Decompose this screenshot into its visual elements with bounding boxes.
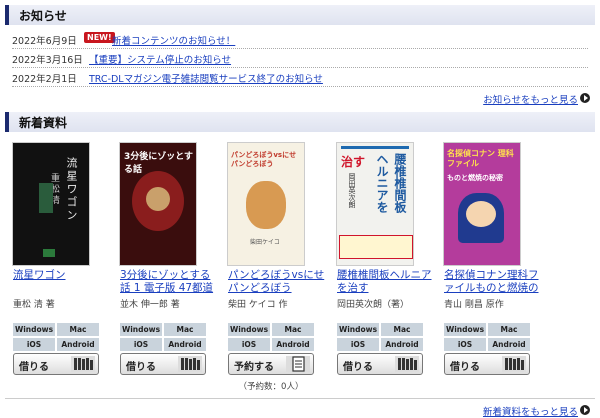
borrow-label: 借りる <box>450 362 480 373</box>
cover-subtitle: ものと燃焼の秘密 <box>447 174 503 182</box>
borrow-label: 借りる <box>19 362 49 373</box>
platform-ios: iOS <box>120 338 162 351</box>
book-title-link[interactable]: 3分後にゾッとする話 1 電子版 47都道 <box>120 269 220 295</box>
reserve-label: 予約する <box>234 362 274 373</box>
more-news-link[interactable]: お知らせをもっと見る <box>483 92 578 106</box>
news-date: 2022年2月1日 <box>12 74 77 85</box>
cover-title: 治す <box>341 155 366 169</box>
book-cover[interactable]: 流星ワゴン 重松清 <box>13 143 89 265</box>
platform-mac: Mac <box>57 323 99 336</box>
more-new-materials-link[interactable]: 新着資料をもっと見る <box>483 404 578 418</box>
platform-android: Android <box>164 338 206 351</box>
platform-windows: Windows <box>120 323 162 336</box>
platform-windows: Windows <box>13 323 55 336</box>
platform-ios: iOS <box>228 338 270 351</box>
cover-title: 流星ワゴン <box>65 157 78 222</box>
reserve-icon <box>286 356 310 372</box>
borrow-label: 借りる <box>343 362 373 373</box>
book-author: 青山 剛昌 原作 <box>444 300 504 310</box>
borrow-button[interactable]: 借りる <box>13 353 99 375</box>
book-cover[interactable]: 3分後にゾッとする話 <box>120 143 196 265</box>
platform-ios: iOS <box>337 338 379 351</box>
news-section-header: お知らせ <box>5 5 595 25</box>
borrow-button[interactable]: 借りる <box>120 353 206 375</box>
cover-title: 腰椎椎間板 <box>393 153 407 213</box>
book-title-link[interactable]: 腰椎椎間板ヘルニアを治す <box>337 269 437 295</box>
reserve-button[interactable]: 予約する <box>228 353 314 375</box>
news-link[interactable]: TRC-DLマガジン電子雑誌閲覧サービス終了のお知らせ <box>89 71 323 85</box>
platform-mac: Mac <box>272 323 314 336</box>
platform-android: Android <box>57 338 99 351</box>
new-materials-section-title: 新着資料 <box>19 116 68 130</box>
book-author: 重松 清 著 <box>13 300 55 310</box>
bookshelf-icon <box>395 356 419 372</box>
cover-art <box>339 235 413 259</box>
book-author: 柴田 ケイコ 作 <box>228 300 288 310</box>
news-item: 2022年6月9日 NEW! 新着コンテンツのお知らせ！ <box>12 29 588 49</box>
book-cover[interactable]: 名探偵コナン 理科ファイル ものと燃焼の秘密 <box>444 143 520 265</box>
book-author: 岡田英次朗（著） <box>337 300 410 310</box>
book-title-link[interactable]: 名探偵コナン理科ファイルものと燃焼の <box>444 269 544 295</box>
cover-art <box>466 201 496 227</box>
platform-windows: Windows <box>444 323 486 336</box>
cover-stripe <box>341 146 409 149</box>
cover-author: 柴田ケイコ <box>250 239 280 246</box>
bookshelf-icon <box>502 356 526 372</box>
news-link[interactable]: 新着コンテンツのお知らせ！ <box>112 33 235 47</box>
bookshelf-icon <box>71 356 95 372</box>
news-item: 2022年2月1日 TRC-DLマガジン電子雑誌閲覧サービス終了のお知らせ <box>12 67 588 87</box>
book-title-link[interactable]: 流星ワゴン <box>13 269 113 282</box>
platform-android: Android <box>488 338 530 351</box>
arrow-right-icon[interactable] <box>580 93 590 103</box>
platform-mac: Mac <box>164 323 206 336</box>
borrow-label: 借りる <box>126 362 156 373</box>
news-section-title: お知らせ <box>19 9 67 23</box>
cover-art <box>246 181 286 229</box>
platform-windows: Windows <box>228 323 270 336</box>
new-badge: NEW! <box>84 32 115 43</box>
book-title-link[interactable]: パンどろぼうvsにせパンどろぼう <box>228 269 328 295</box>
cover-author: 岡田英次朗 <box>348 173 356 208</box>
platform-android: Android <box>272 338 314 351</box>
cover-title: パンどろぼうvsにせパンどろぼう <box>231 151 297 168</box>
borrow-button[interactable]: 借りる <box>337 353 423 375</box>
platform-mac: Mac <box>381 323 423 336</box>
platform-mac: Mac <box>488 323 530 336</box>
book-cover[interactable]: パンどろぼうvsにせパンどろぼう 柴田ケイコ <box>228 143 304 265</box>
borrow-button[interactable]: 借りる <box>444 353 530 375</box>
news-date: 2022年3月16日 <box>12 55 83 66</box>
platform-android: Android <box>381 338 423 351</box>
platform-ios: iOS <box>444 338 486 351</box>
cover-title: 名探偵コナン 理科ファイル <box>447 149 514 168</box>
book-author: 並木 伸一郎 著 <box>120 300 180 310</box>
reserve-count: （予約数：0人） <box>238 382 304 392</box>
cover-art <box>146 187 170 211</box>
divider <box>5 398 595 399</box>
bookshelf-icon <box>178 356 202 372</box>
cover-title: ヘルニアを <box>375 153 389 213</box>
news-date: 2022年6月9日 <box>12 36 77 47</box>
news-link[interactable]: 【重要】システム停止のお知らせ <box>89 52 231 66</box>
book-cover[interactable]: 腰椎椎間板 ヘルニアを 治す 岡田英次朗 <box>337 143 413 265</box>
platform-windows: Windows <box>337 323 379 336</box>
platform-ios: iOS <box>13 338 55 351</box>
publisher-logo <box>43 249 55 257</box>
news-item: 2022年3月16日 【重要】システム停止のお知らせ <box>12 48 588 68</box>
new-materials-section-header: 新着資料 <box>5 112 595 132</box>
arrow-right-icon[interactable] <box>580 405 590 415</box>
cover-art <box>39 183 53 213</box>
